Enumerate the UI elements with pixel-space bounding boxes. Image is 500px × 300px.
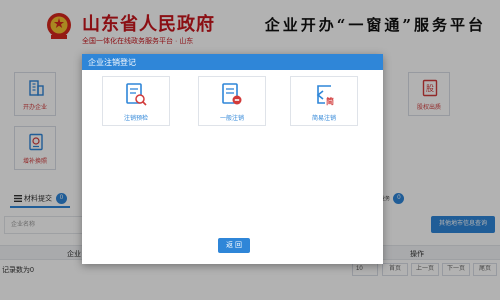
modal-title: 企业注销登记 bbox=[88, 58, 136, 67]
modal-header: 企业注销登记 bbox=[82, 54, 383, 70]
deregistration-modal: 企业注销登记 注销预检 一般注销 简 简易注销 返 回 bbox=[82, 54, 383, 264]
back-button[interactable]: 返 回 bbox=[218, 238, 250, 253]
option-label: 注销预检 bbox=[123, 116, 148, 122]
document-search-icon bbox=[126, 83, 147, 106]
option-deregistration-precheck[interactable]: 注销预检 bbox=[102, 76, 170, 126]
option-general-deregistration[interactable]: 一般注销 bbox=[198, 76, 266, 126]
option-label: 一般注销 bbox=[219, 116, 244, 122]
simple-cancel-icon: 简 bbox=[316, 85, 335, 106]
document-minus-icon bbox=[222, 83, 242, 105]
option-simple-deregistration[interactable]: 简 简易注销 bbox=[290, 76, 358, 126]
svg-text:简: 简 bbox=[326, 96, 334, 106]
option-label: 简易注销 bbox=[311, 116, 336, 122]
